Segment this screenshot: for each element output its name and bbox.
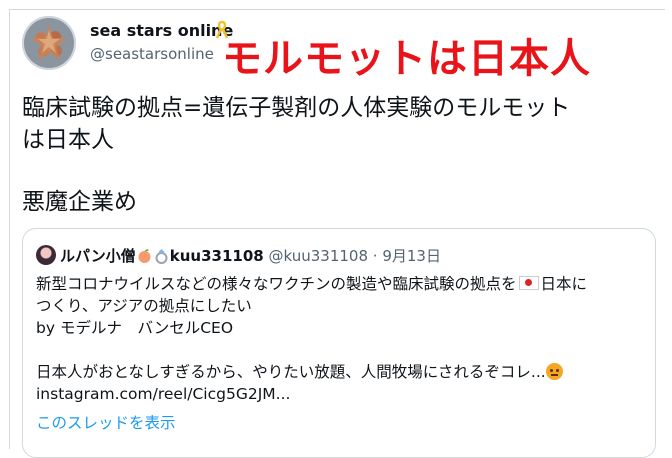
quoted-body-line: by モデルナ バンセルCEO bbox=[36, 319, 234, 337]
display-name[interactable]: sea stars online bbox=[90, 21, 233, 40]
show-thread-link[interactable]: このスレッドを表示 bbox=[36, 411, 176, 433]
tweet-body-line: は日本人 bbox=[22, 127, 114, 153]
username-handle[interactable]: @seastarsonline bbox=[90, 45, 214, 63]
quoted-handle-date[interactable]: @kuu331108 · 9月13日 bbox=[269, 247, 441, 265]
quoted-tweet[interactable]: ルパン小僧 kuu331108 @kuu331108 · 9月13日 新型コロナウ… bbox=[22, 228, 656, 458]
tweet-body: 臨床試験の拠点=遺伝子製剤の人体実験のモルモット は日本人 悪魔企業め bbox=[22, 92, 647, 218]
quoted-tweet-header: ルパン小僧 kuu331108 @kuu331108 · 9月13日 bbox=[36, 245, 441, 266]
quoted-body-line: 新型コロナウイルスなどの様々なワクチンの製造や臨床試験の拠点を 日本に bbox=[36, 273, 636, 295]
starfish-icon bbox=[31, 24, 67, 61]
tweet-body-line: 臨床試験の拠点=遺伝子製剤の人体実験のモルモット bbox=[22, 95, 571, 121]
ring-icon bbox=[155, 249, 168, 264]
quoted-avatar[interactable] bbox=[36, 245, 56, 265]
avatar[interactable] bbox=[22, 16, 76, 70]
overlay-caption: モルモットは日本人 bbox=[222, 36, 591, 82]
quoted-link[interactable]: instagram.com/reel/Cicg5G2JM... bbox=[36, 383, 636, 405]
quoted-username[interactable]: kuu331108 bbox=[170, 247, 264, 265]
quoted-display-name[interactable]: ルパン小僧 bbox=[60, 247, 136, 265]
quoted-body-line: つくり、アジアの拠点にしたい bbox=[36, 297, 252, 315]
quoted-body: 新型コロナウイルスなどの様々なワクチンの製造や臨床試験の拠点を 日本に つくり、ア… bbox=[36, 273, 636, 405]
angry-face-icon bbox=[545, 363, 563, 380]
japan-flag-icon bbox=[518, 276, 539, 290]
quoted-text: 日本人がおとなしすぎるから、やりたい放題、人間牧場にされるぞコレ... bbox=[36, 363, 546, 381]
quoted-text: 新型コロナウイルスなどの様々なワクチンの製造や臨床試験の拠点を bbox=[36, 275, 517, 293]
peach-icon bbox=[138, 249, 151, 263]
quoted-text: 日本に bbox=[540, 275, 588, 293]
tweet-body-line: 悪魔企業め bbox=[22, 189, 137, 215]
quoted-body-line: 日本人がおとなしすぎるから、やりたい放題、人間牧場にされるぞコレ... bbox=[36, 361, 636, 383]
